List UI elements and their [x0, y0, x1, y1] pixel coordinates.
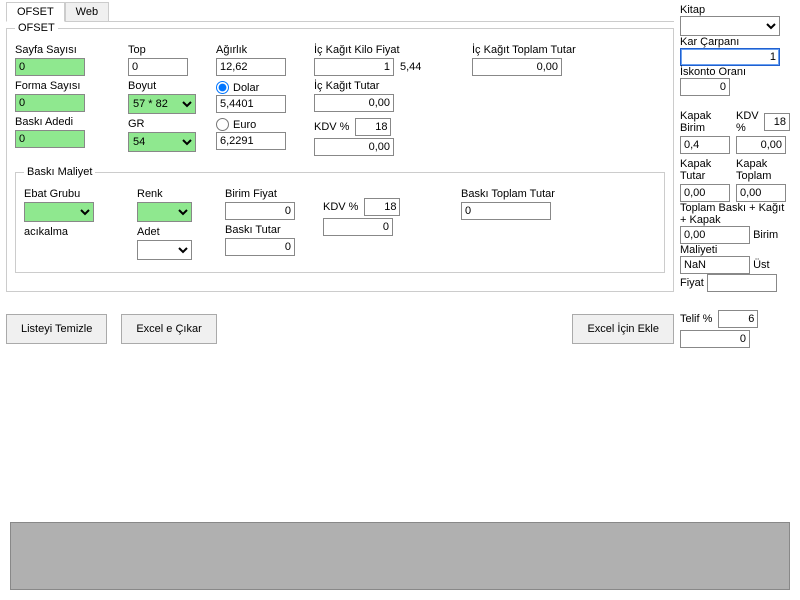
tab-ofset[interactable]: OFSET — [6, 2, 65, 22]
kapak-toplam-input[interactable] — [736, 184, 786, 202]
euro-label: Euro — [233, 119, 256, 131]
gr-label: GR — [128, 118, 198, 130]
agirlik-label: Ağırlık — [216, 44, 296, 56]
skdv-label: KDV % — [736, 110, 760, 134]
iskonto-label: İskonto Oranı — [680, 66, 746, 78]
kapak-toplam-label: Kapak Toplam — [736, 158, 790, 182]
ebat-select[interactable] — [24, 202, 94, 222]
ofset-group: OFSET Sayfa Sayısı Forma Sayısı Baskı Ad… — [6, 22, 674, 292]
birim-input[interactable] — [225, 202, 295, 220]
birim-label: Birim Fiyat — [225, 188, 305, 200]
temizle-button[interactable]: Listeyi Temizle — [6, 314, 107, 344]
kitap-label: Kitap — [680, 4, 705, 16]
maliyet-group: Baskı Maliyet Ebat Grubu acıkalma Renk A… — [15, 166, 665, 273]
toplam-label: İç Kağıt Toplam Tutar — [472, 44, 602, 56]
kar-label: Kar Çarpanı — [680, 36, 739, 48]
dolar-label: Dolar — [233, 82, 259, 94]
tab-web[interactable]: Web — [65, 2, 109, 21]
sayfa-input[interactable] — [15, 58, 85, 76]
kdv-input[interactable] — [355, 118, 391, 136]
bottom-bar — [10, 522, 790, 590]
baski-tutar-label: Baskı Tutar — [225, 224, 305, 236]
tutar-label: İç Kağıt Tutar — [314, 80, 454, 92]
euro-radio[interactable] — [216, 118, 229, 131]
baski-input[interactable] — [15, 130, 85, 148]
dolar-input[interactable] — [216, 95, 286, 113]
tabs: OFSET Web — [6, 2, 674, 22]
dolar-radio[interactable] — [216, 81, 229, 94]
renk-label: Renk — [137, 188, 207, 200]
skdv-input[interactable] — [764, 113, 790, 131]
euro-input[interactable] — [216, 132, 286, 150]
gr-select[interactable]: 54 — [128, 132, 196, 152]
kapak-tutar-input[interactable] — [680, 184, 730, 202]
mtoplam-label: Baskı Toplam Tutar — [461, 188, 591, 200]
adet-label: Adet — [137, 226, 207, 238]
toplam-input[interactable] — [472, 58, 562, 76]
boyut-select[interactable]: 57 * 82 — [128, 94, 196, 114]
kdv-label: KDV % — [314, 121, 349, 133]
telif-label: Telif % — [680, 313, 712, 325]
acikalma-label: acıkalma — [24, 226, 119, 238]
adet-select[interactable] — [137, 240, 192, 260]
ust-fiyat-input[interactable] — [707, 274, 777, 292]
boyut-label: Boyut — [128, 80, 198, 92]
tutar-input[interactable] — [314, 94, 394, 112]
kitap-select[interactable] — [680, 16, 780, 36]
mtoplam-input[interactable] — [461, 202, 551, 220]
mkdv-tutar[interactable] — [323, 218, 393, 236]
kapak-birim-input[interactable] — [680, 136, 730, 154]
top-input[interactable] — [128, 58, 188, 76]
kilo-calc: 5,44 — [400, 61, 421, 73]
sayfa-label: Sayfa Sayısı — [15, 44, 110, 56]
skdv-tutar[interactable] — [736, 136, 786, 154]
top-label: Top — [128, 44, 198, 56]
kdv-tutar-input[interactable] — [314, 138, 394, 156]
maliyet-legend: Baskı Maliyet — [24, 166, 95, 178]
kapak-tutar-label: Kapak Tutar — [680, 158, 730, 182]
forma-input[interactable] — [15, 94, 85, 112]
mkdv-input[interactable] — [364, 198, 400, 216]
telif-input[interactable] — [718, 310, 758, 328]
forma-label: Forma Sayısı — [15, 80, 110, 92]
mkdv-label: KDV % — [323, 201, 358, 213]
baski-label: Baskı Adedi — [15, 116, 110, 128]
renk-select[interactable] — [137, 202, 192, 222]
ebat-label: Ebat Grubu — [24, 188, 119, 200]
kar-input[interactable] — [680, 48, 780, 66]
excel-ekle-button[interactable]: Excel İçin Ekle — [572, 314, 674, 344]
agirlik-input[interactable] — [216, 58, 286, 76]
excel-cikar-button[interactable]: Excel e Çıkar — [121, 314, 216, 344]
stoplam-input[interactable] — [680, 226, 750, 244]
iskonto-input[interactable] — [680, 78, 730, 96]
stoplam-label: Toplam Baskı + Kağıt + Kapak — [680, 202, 784, 226]
birim-maliyet-input[interactable] — [680, 256, 750, 274]
baski-tutar-input[interactable] — [225, 238, 295, 256]
telif-tutar[interactable] — [680, 330, 750, 348]
kilo-input[interactable] — [314, 58, 394, 76]
ofset-legend: OFSET — [15, 22, 58, 34]
kapak-birim-label: Kapak Birim — [680, 110, 730, 134]
kilo-label: İç Kağıt Kilo Fiyat — [314, 44, 454, 56]
